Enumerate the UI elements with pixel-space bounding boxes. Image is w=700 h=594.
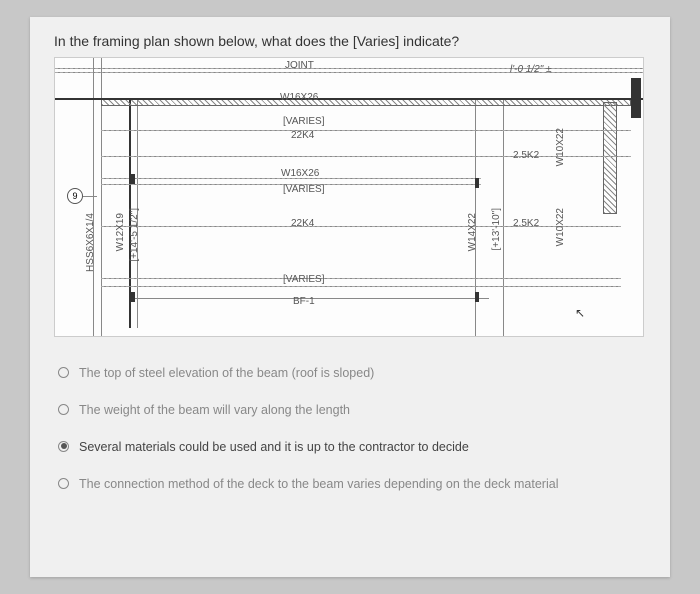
radio-1[interactable] xyxy=(58,367,69,378)
option-4-text: The connection method of the deck to the… xyxy=(79,476,558,493)
label-varies-a: [VARIES] xyxy=(283,116,325,127)
label-bf1: BF-1 xyxy=(293,296,315,307)
label-w16x26-a: W16X26 xyxy=(280,92,318,103)
grid-bubble: 9 xyxy=(67,188,83,204)
label-w16x26-b: W16X26 xyxy=(281,168,319,179)
label-25k2-a: 2.5K2 xyxy=(513,150,539,161)
radio-2[interactable] xyxy=(58,404,69,415)
option-1[interactable]: The top of steel elevation of the beam (… xyxy=(54,355,646,392)
label-w10x22-b: W10X22 xyxy=(555,208,566,246)
framing-plan-diagram: JOINT l'-0 1/2" ± 9 W16X26 [VARIES] xyxy=(54,57,644,337)
question-text: In the framing plan shown below, what do… xyxy=(54,33,646,49)
cursor-icon: ↖ xyxy=(575,306,585,320)
radio-3[interactable] xyxy=(58,441,69,452)
option-2-text: The weight of the beam will vary along t… xyxy=(79,402,350,419)
label-varies-c: [VARIES] xyxy=(283,274,325,285)
label-w12x19-offset: [+14'-5 1/2"] xyxy=(129,208,140,262)
grid-number: 9 xyxy=(72,191,77,201)
label-varies-b: [VARIES] xyxy=(283,184,325,195)
label-joint: JOINT xyxy=(285,60,314,71)
label-22k4-a: 22K4 xyxy=(291,130,314,141)
label-w10x22-a: W10X22 xyxy=(555,128,566,166)
radio-4[interactable] xyxy=(58,478,69,489)
answer-options: The top of steel elevation of the beam (… xyxy=(54,355,646,503)
option-3-text: Several materials could be used and it i… xyxy=(79,439,469,456)
label-w14x22-offset: [+13'-10"] xyxy=(491,208,502,250)
label-dim-top: l'-0 1/2" ± xyxy=(510,64,552,75)
label-w14x22: W14X22 xyxy=(467,213,478,251)
option-2[interactable]: The weight of the beam will vary along t… xyxy=(54,392,646,429)
label-25k2-b: 2.5K2 xyxy=(513,218,539,229)
option-1-text: The top of steel elevation of the beam (… xyxy=(79,365,374,382)
label-hss: HSS6X6X1/4 xyxy=(85,213,96,272)
label-22k4-b: 22K4 xyxy=(291,218,314,229)
option-4[interactable]: The connection method of the deck to the… xyxy=(54,466,646,503)
label-w12x19: W12X19 xyxy=(115,213,126,251)
question-card: In the framing plan shown below, what do… xyxy=(30,17,670,577)
option-3[interactable]: Several materials could be used and it i… xyxy=(54,429,646,466)
